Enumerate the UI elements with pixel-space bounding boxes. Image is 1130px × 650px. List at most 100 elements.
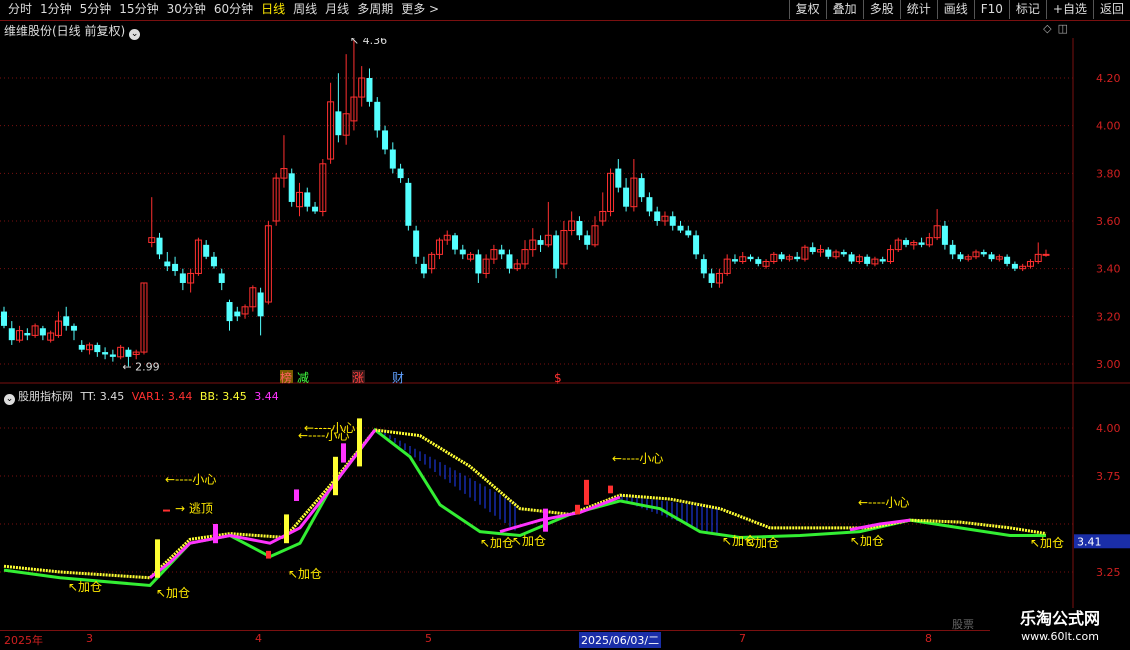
add-position-label: ↖加仓 (480, 536, 514, 550)
action-tab-8[interactable]: 返回 (1092, 0, 1130, 19)
date-label-6: 8 (925, 632, 932, 645)
chart-area[interactable]: 4.20 4.00 3.80 3.60 3.40 3.20 3.00 ↖ 4.36 ← 2.99… (0, 38, 1130, 630)
candle-body (980, 251, 987, 255)
event-marker: 榜 (280, 370, 292, 385)
period-tab-9[interactable]: 多周期 (353, 0, 397, 19)
signal-bar (294, 489, 299, 501)
period-tab-3[interactable]: 15分钟 (115, 0, 162, 19)
indicator-bb: BB: 3.45 (199, 390, 247, 403)
candle-body (1042, 253, 1050, 256)
candle-body (941, 225, 948, 245)
indicator-tick-label: 3.25 (1096, 566, 1121, 579)
candle-body (459, 249, 466, 255)
candle-body (825, 249, 832, 257)
period-tab-10[interactable]: 更多 > (397, 0, 443, 19)
date-label-5: 7 (739, 632, 746, 645)
action-tab-0[interactable]: 复权 (788, 0, 826, 19)
price-tick-label: 3.80 (1096, 167, 1121, 180)
date-label-4: 2025/06/03/二 (579, 632, 662, 648)
candle-body (864, 256, 871, 264)
period-tabs: 分时 1分钟 5分钟 15分钟 30分钟 60分钟 日线 周线 月线 多周期 更多 > (4, 0, 443, 19)
candle-body (809, 247, 816, 252)
candle-body (218, 273, 225, 283)
candle-body (63, 316, 70, 326)
candle-body (226, 302, 233, 322)
candle-body (382, 130, 389, 150)
candle-body (615, 168, 622, 188)
candle-body (1004, 256, 1011, 264)
period-tab-2[interactable]: 5分钟 (76, 0, 116, 19)
candle-body (102, 352, 109, 355)
candle-body (172, 263, 179, 272)
candle-body (755, 259, 762, 264)
candle-body (374, 101, 381, 131)
watermark: 乐淘公式网 www.60lt.com (990, 608, 1130, 650)
date-label-1: 3 (86, 632, 93, 645)
candle-body (794, 256, 801, 260)
add-position-label: ↖加仓 (68, 580, 102, 594)
signal-bar (341, 443, 346, 463)
candle-body (778, 254, 785, 260)
price-tick-label: 3.00 (1096, 358, 1121, 371)
indicator-title: ⌄ 股朋指标网 TT: 3.45 VAR1: 3.44 BB: 3.45 3.44 (4, 388, 279, 405)
candle-body (420, 263, 427, 274)
action-tab-7[interactable]: +自选 (1045, 0, 1093, 19)
candle-body (24, 333, 31, 336)
action-tab-4[interactable]: 画线 (936, 0, 974, 19)
period-tab-0[interactable]: 分时 (4, 0, 36, 19)
signal-bar (357, 418, 362, 467)
warning-label: ←----小心 (165, 473, 216, 487)
date-axis: 2025年 3 4 5 2025/06/03/二 7 8 (0, 630, 1075, 649)
action-tab-5[interactable]: F10 (973, 0, 1009, 19)
candle-body (335, 111, 342, 136)
action-tab-3[interactable]: 统计 (899, 0, 937, 19)
candle-body (553, 235, 560, 269)
action-tab-2[interactable]: 多股 (862, 0, 900, 19)
candle-body (879, 259, 886, 262)
watermark-url: www.60lt.com (1021, 630, 1099, 643)
indicator-var1: VAR1: 3.44 (131, 390, 193, 403)
period-tab-7[interactable]: 周线 (289, 0, 321, 19)
candle-body (304, 192, 311, 207)
period-tab-4[interactable]: 30分钟 (163, 0, 210, 19)
candle-body (78, 344, 85, 350)
chevron-down-icon[interactable]: ⌄ (4, 394, 15, 405)
period-toolbar: 分时 1分钟 5分钟 15分钟 30分钟 60分钟 日线 周线 月线 多周期 更多 > 复权 叠加 多股… (0, 0, 1130, 21)
signal-bar (266, 550, 271, 559)
candle-body (638, 178, 645, 198)
candle-body (125, 349, 132, 357)
warning-label: ←----小心 (612, 452, 663, 466)
high-price-label: ↖ 4.36 (350, 38, 387, 47)
indicator-name: 股朋指标网 (18, 390, 73, 403)
action-tab-1[interactable]: 叠加 (825, 0, 863, 19)
candle-body (94, 344, 101, 353)
candle-body (584, 235, 591, 245)
diamond-icon[interactable]: ◇ (1043, 22, 1051, 35)
candle-body (731, 259, 738, 262)
candle-body (693, 235, 700, 255)
price-tick-label: 3.20 (1096, 310, 1121, 323)
split-icon[interactable]: ◫ (1058, 22, 1068, 35)
period-tab-8[interactable]: 月线 (321, 0, 353, 19)
period-tab-5[interactable]: 60分钟 (210, 0, 257, 19)
candle-body (988, 254, 995, 260)
period-tab-6[interactable]: 日线 (257, 0, 289, 19)
price-tick-label: 3.40 (1096, 263, 1121, 276)
candle-body (708, 273, 715, 283)
candle-body (623, 187, 630, 207)
add-position-label: ↖加仓 (156, 586, 190, 600)
action-tab-6[interactable]: 标记 (1008, 0, 1046, 19)
event-marker: 财 (392, 371, 404, 385)
signal-bar (575, 504, 580, 515)
candle-body (203, 244, 210, 257)
warning-label: ←----小心 (858, 496, 909, 510)
period-tab-1[interactable]: 1分钟 (36, 0, 76, 19)
price-tick-label: 4.20 (1096, 72, 1121, 85)
candle-body (156, 237, 163, 255)
candle-body (288, 173, 295, 202)
date-label-3: 5 (425, 632, 432, 645)
candle-body (957, 254, 964, 260)
signal-bar (213, 524, 218, 544)
indicator-tick-label: 3.75 (1096, 470, 1121, 483)
add-position-label: ↖加仓 (288, 567, 322, 581)
